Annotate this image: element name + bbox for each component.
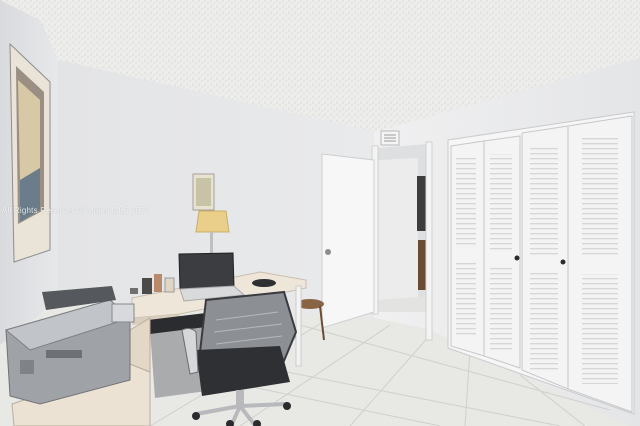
watermark-text: All Rights Reserved © Miami MLS 2025 xyxy=(2,206,150,215)
bedroom-office-photo: All Rights Reserved © Miami MLS 2025 xyxy=(0,0,640,426)
mouse xyxy=(252,279,276,287)
pencil-cup xyxy=(142,278,152,294)
open-door xyxy=(321,153,375,329)
laptop-screen xyxy=(178,252,235,290)
closet-knob xyxy=(514,255,520,261)
table-lamp-shade xyxy=(195,210,230,233)
desk-leg xyxy=(295,285,302,367)
printer-control-panel xyxy=(111,303,135,323)
closet-knob xyxy=(560,259,566,265)
door-knob xyxy=(325,249,331,255)
